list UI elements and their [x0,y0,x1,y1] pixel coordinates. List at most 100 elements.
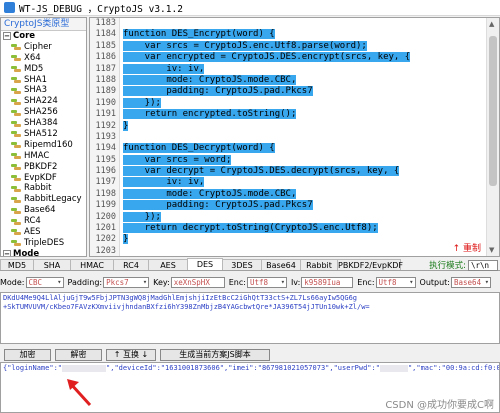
tree-item[interactable]: SHA1 [1,75,86,86]
swap-button[interactable]: ↑ 互换 ↓ [106,348,156,361]
tree-item-label: SHA384 [24,118,58,129]
tree-item[interactable]: EvpKDF [1,173,86,184]
result-part-2: ","deviceId":"1631001873606","imei":"867… [106,364,380,372]
generate-script-button[interactable]: 生成当前方案JS脚本 [160,348,270,361]
tree-item[interactable]: SHA512 [1,129,86,140]
output-select[interactable]: Base64 [451,277,491,288]
scrollbar-thumb[interactable] [489,36,497,186]
key-enc-select[interactable]: Utf8 [246,277,287,288]
tree-item[interactable]: Base64 [1,205,86,216]
tree-item[interactable]: TripleDES [1,238,86,249]
tree-item[interactable]: SHA256 [1,107,86,118]
expand-icon[interactable]: − [3,250,11,256]
tab-des[interactable]: DES [187,258,223,270]
algorithm-tabs: MD5 SHA HMAC RC4 AES DES 3DES Base64 Rabbit PBKDF… [0,258,500,271]
line-number-gutter: 1183 1184 1185 1186 1187 1188 1189 1190 1191 1192… [90,18,120,256]
code-line: function DES_Encrypt(word) { [123,29,485,40]
tree-item[interactable]: AES [1,227,86,238]
iv-input[interactable]: k9589Iua [301,277,354,288]
scroll-up-icon[interactable]: ▲ [489,20,494,28]
code-line-text: var encrypted = CryptoJS.DES.encrypt(src… [123,52,411,63]
tab-aes[interactable]: AES [148,259,188,270]
tree-item[interactable]: SHA3 [1,85,86,96]
tree-item[interactable]: X64 [1,53,86,64]
tree-item-label: SHA1 [24,74,48,85]
class-icon [11,240,21,247]
tree-item-label: HMAC [24,150,50,161]
code-line: return encrypted.toString(); [123,109,485,120]
mode-select[interactable]: CBC [25,277,64,288]
tree-item-label: Cipher [24,41,52,52]
line-number: 1189 [95,86,116,97]
class-icon [11,175,21,182]
tree-item-label: MD5 [24,63,44,74]
window-titlebar: WT-JS_DEBUG ，CryptoJS v3.1.2 [0,0,500,16]
code-line-text: iv: iv, [123,177,205,188]
code-line: } [123,234,485,245]
code-line-text: mode: CryptoJS.mode.CBC, [123,74,297,85]
tree-header: CryptoJS类原型 [1,18,86,31]
tree-item-label: TripleDES [24,237,65,248]
line-number: 1191 [95,109,116,120]
tab-rabbit[interactable]: Rabbit [300,259,338,270]
ciphertext-textarea[interactable]: DKdU4Me9Q4LlAljuGjT9w5FbjJPTN3gWQ8jMadGh… [0,292,500,344]
action-buttons: 加密 解密 ↑ 互换 ↓ 生成当前方案JS脚本 [0,348,500,361]
tree-item[interactable]: SHA224 [1,96,86,107]
iv-label: Iv: [290,278,301,287]
tree-item[interactable]: Ripemd160 [1,140,86,151]
decrypt-button[interactable]: 解密 [55,348,102,361]
tab-3des[interactable]: 3DES [222,259,262,270]
tab-hmac[interactable]: HMAC [70,259,114,270]
line-number: 1183 [95,18,116,28]
key-input[interactable]: xeXnSpHX [170,277,225,288]
tab-md5[interactable]: MD5 [0,259,34,270]
tree-item[interactable]: Cipher [1,42,86,53]
class-icon [11,120,21,127]
tree-item[interactable]: MD5 [1,64,86,75]
scroll-down-icon[interactable]: ▼ [489,246,494,254]
tab-sha[interactable]: SHA [33,259,71,270]
code-line: padding: CryptoJS.pad.Pkcs7 [123,86,485,97]
class-tree-panel: CryptoJS类原型 − Core Cipher X64 MD5 SHA1 SHA3 SHA… [0,17,87,257]
encrypt-button[interactable]: 加密 [4,348,51,361]
code-line-text: } [123,120,129,131]
editor-scrollbar[interactable]: ▲ ▼ [486,18,499,256]
iv-enc-select[interactable]: Utf8 [375,277,416,288]
tree-item[interactable]: SHA384 [1,118,86,129]
tab-rc4[interactable]: RC4 [113,259,149,270]
tree-item-label: SHA256 [24,107,58,118]
code-line-text: }); [123,97,161,108]
tree-item[interactable]: Rabbit [1,183,86,194]
tree-group[interactable]: − Core [1,31,86,42]
mode-label: Mode: [0,278,25,287]
tree-item[interactable]: PBKDF2 [1,162,86,173]
tree-item[interactable]: HMAC [1,151,86,162]
code-line-text: var srcs = CryptoJS.enc.Utf8.parse(word)… [123,40,367,51]
line-number: 1195 [95,154,116,165]
reset-link[interactable]: ↑ 重制 [453,241,481,254]
tree-item-label: SHA3 [24,85,48,96]
result-text: {"loginName":" ","deviceId":"163100187360… [1,363,499,374]
exec-mode-select[interactable]: \r\n [468,259,498,271]
tree-group[interactable]: − Mode [1,249,86,256]
line-number: 1198 [95,188,116,199]
tree-item[interactable]: RC4 [1,216,86,227]
class-icon [11,77,21,83]
padding-select[interactable]: Pkcs7 [103,277,150,288]
tab-base64[interactable]: Base64 [261,259,301,270]
code-line-text: var decrypt = CryptoJS.DES.decrypt(srcs,… [123,166,400,177]
class-icon [11,109,21,116]
tree-item-label: EvpKDF [24,172,57,183]
tab-pbkdf2-evpkdf[interactable]: PBKDF2/EvpKDF [337,259,403,270]
code-area[interactable]: function DES_Encrypt(word) { var srcs = … [123,18,485,256]
expand-icon[interactable]: − [3,32,11,41]
code-editor[interactable]: 1183 1184 1185 1186 1187 1188 1189 1190 1191 1192… [89,17,500,257]
window-title: WT-JS_DEBUG ，CryptoJS v3.1.2 [19,3,183,15]
class-icon [11,207,21,214]
class-icon [11,164,21,171]
code-line: function DES_Decrypt(word) { [123,143,485,154]
tree-item-label: RabbitLegacy [24,194,82,205]
tree-item[interactable]: RabbitLegacy [1,194,86,205]
class-icon [11,87,21,94]
